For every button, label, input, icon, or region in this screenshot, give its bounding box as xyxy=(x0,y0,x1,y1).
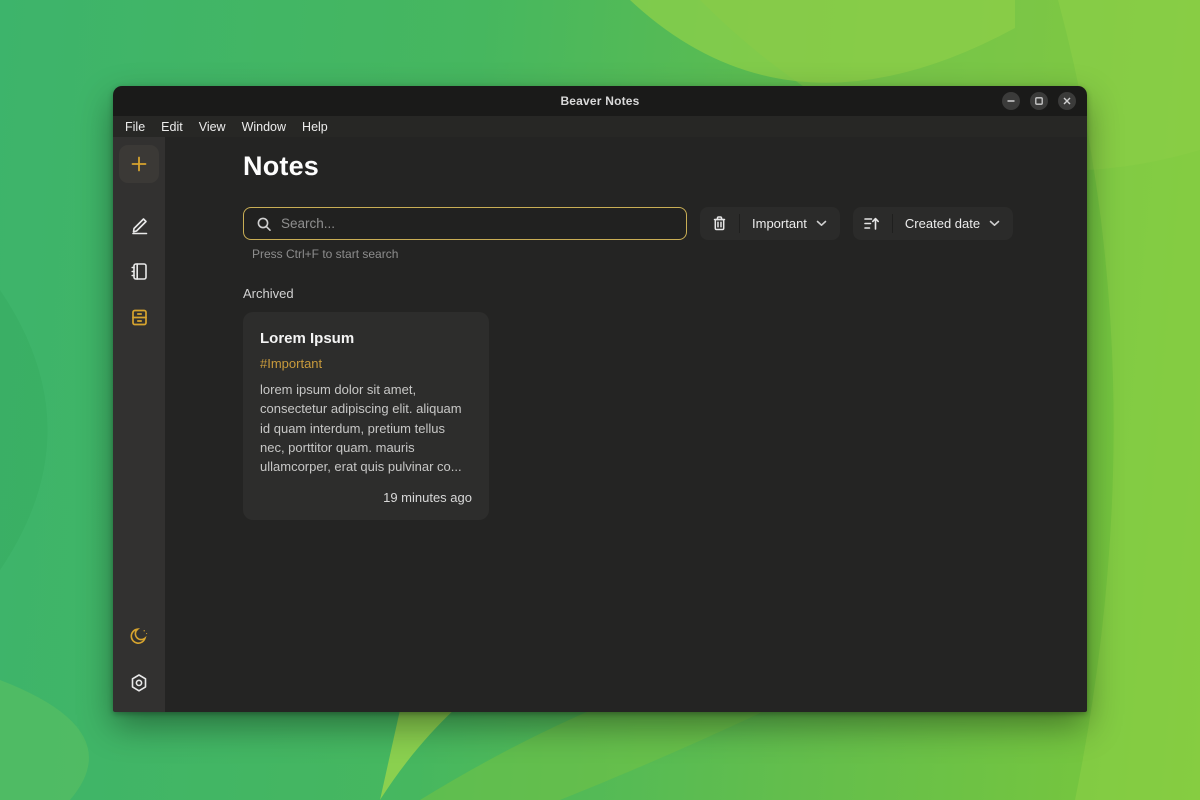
page-title: Notes xyxy=(243,151,1087,182)
new-note-button[interactable] xyxy=(119,145,159,183)
maximize-button[interactable] xyxy=(1030,92,1048,110)
note-timestamp: 19 minutes ago xyxy=(260,490,472,505)
close-icon xyxy=(1062,96,1072,106)
sort-dropdown-label: Created date xyxy=(905,216,980,231)
filter-dropdown[interactable]: Important xyxy=(740,207,840,240)
delete-button[interactable] xyxy=(700,207,739,240)
chevron-down-icon xyxy=(989,220,1000,227)
main-content: Notes xyxy=(165,137,1087,712)
sidebar-item-archived[interactable] xyxy=(121,301,157,333)
archive-icon xyxy=(129,307,150,328)
sort-group: Created date xyxy=(853,207,1013,240)
window-title: Beaver Notes xyxy=(113,94,1087,108)
search-box xyxy=(243,207,687,240)
chevron-down-icon xyxy=(816,220,827,227)
sort-dropdown[interactable]: Created date xyxy=(893,207,1013,240)
note-title: Lorem Ipsum xyxy=(260,330,472,347)
note-tag[interactable]: #Important xyxy=(260,356,472,371)
desktop-wallpaper: Beaver Notes File Edit View Window Help xyxy=(0,0,1200,800)
menu-view[interactable]: View xyxy=(191,118,234,136)
maximize-icon xyxy=(1034,96,1044,106)
section-label-archived: Archived xyxy=(243,286,1087,301)
notebook-icon xyxy=(129,261,150,282)
pencil-icon xyxy=(129,215,150,236)
trash-icon xyxy=(711,215,728,232)
gear-icon xyxy=(129,673,149,693)
sort-direction-button[interactable] xyxy=(853,207,892,240)
sort-ascending-icon xyxy=(863,216,881,232)
minimize-icon xyxy=(1006,96,1016,106)
filter-dropdown-label: Important xyxy=(752,216,807,231)
titlebar: Beaver Notes xyxy=(113,86,1087,116)
toolbar: Important xyxy=(243,207,1087,240)
settings-button[interactable] xyxy=(121,667,157,699)
filter-group: Important xyxy=(700,207,840,240)
window-controls xyxy=(1002,92,1076,110)
moon-icon xyxy=(129,626,149,646)
menu-edit[interactable]: Edit xyxy=(153,118,191,136)
menubar: File Edit View Window Help xyxy=(113,116,1087,137)
close-button[interactable] xyxy=(1058,92,1076,110)
note-card[interactable]: Lorem Ipsum #Important lorem ipsum dolor… xyxy=(243,312,489,520)
search-input[interactable] xyxy=(281,216,674,231)
sidebar-item-notes[interactable] xyxy=(121,255,157,287)
dark-mode-toggle-button[interactable] xyxy=(121,620,157,652)
note-preview: lorem ipsum dolor sit amet, consectetur … xyxy=(260,380,472,476)
plus-icon xyxy=(129,154,149,174)
search-icon xyxy=(256,216,272,232)
menu-window[interactable]: Window xyxy=(234,118,294,136)
app-body: Notes xyxy=(113,137,1087,712)
menu-help[interactable]: Help xyxy=(294,118,336,136)
app-window: Beaver Notes File Edit View Window Help xyxy=(113,86,1087,712)
sidebar-item-edit[interactable] xyxy=(121,209,157,241)
minimize-button[interactable] xyxy=(1002,92,1020,110)
sidebar xyxy=(113,137,165,712)
search-hint: Press Ctrl+F to start search xyxy=(252,247,1087,261)
menu-file[interactable]: File xyxy=(117,118,153,136)
